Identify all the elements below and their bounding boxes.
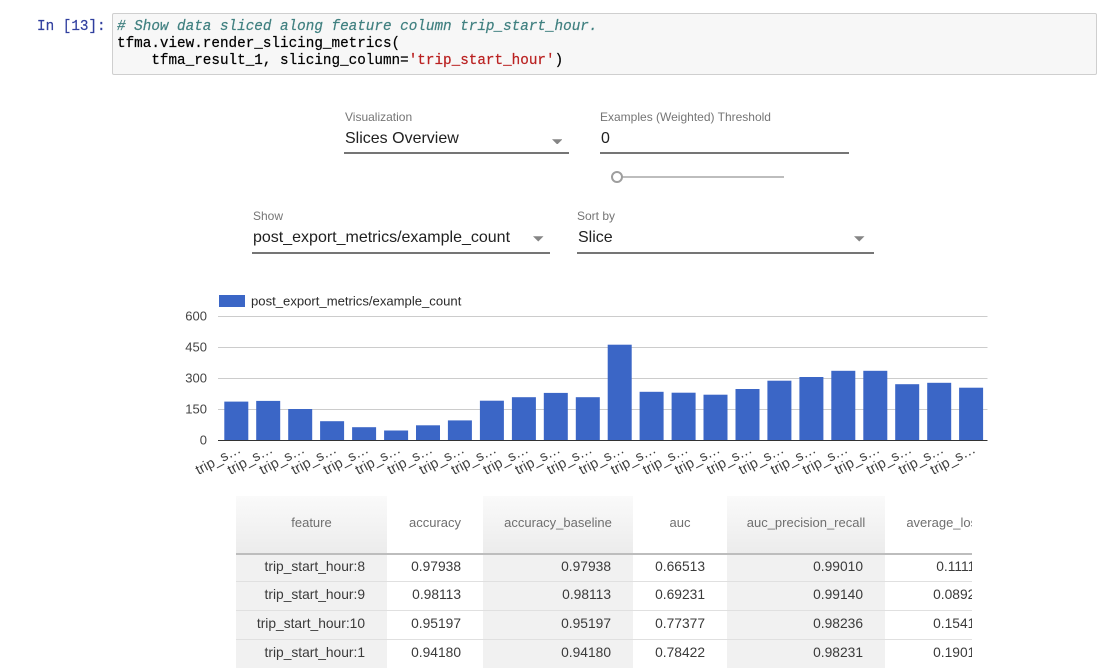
svg-text:post_export_metrics/example_co: post_export_metrics/example_count	[251, 294, 462, 309]
svg-text:300: 300	[185, 371, 207, 386]
svg-text:450: 450	[185, 340, 207, 355]
svg-text:0: 0	[200, 433, 207, 448]
svg-text:150: 150	[185, 402, 207, 417]
svg-text:600: 600	[185, 309, 207, 324]
